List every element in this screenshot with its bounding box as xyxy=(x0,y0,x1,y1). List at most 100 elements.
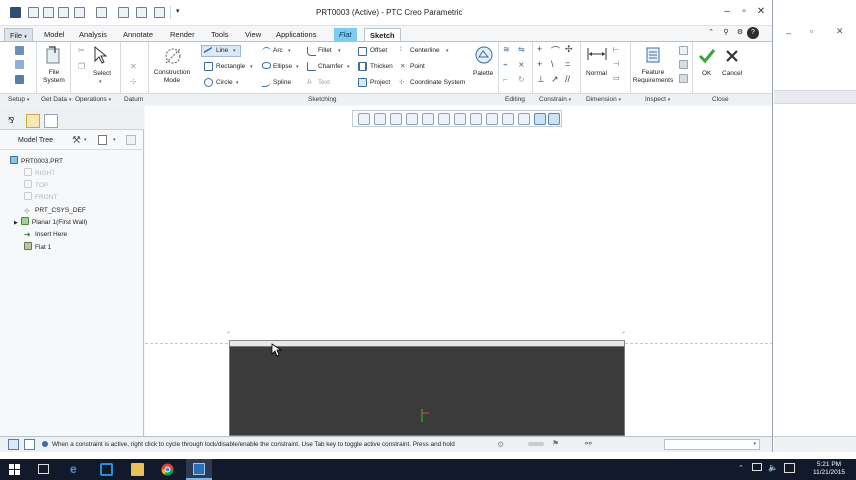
tab-render[interactable]: Render xyxy=(165,28,200,41)
tree-settings-icon[interactable]: ⚒ xyxy=(72,135,81,146)
tab-annotate[interactable]: Annotate xyxy=(118,28,158,41)
tree-columns-icon[interactable] xyxy=(98,135,107,145)
tree-item-planar-wall[interactable]: ▶ Planar 1(First Wall) xyxy=(14,217,87,228)
file-system-label[interactable]: File System xyxy=(40,69,68,85)
find-icon[interactable]: ⚯ xyxy=(585,439,592,448)
expand-arrow-icon[interactable]: ▶ xyxy=(14,220,18,226)
saved-orientations-icon[interactable] xyxy=(438,113,450,125)
sketch-setup-icon[interactable] xyxy=(15,46,24,55)
mirror-icon[interactable]: ⇋ xyxy=(518,45,525,54)
model-tree-title[interactable]: Model Tree xyxy=(18,137,53,144)
task-view-icon[interactable] xyxy=(38,464,49,474)
line-tool[interactable]: Line xyxy=(216,47,228,54)
spline-icon[interactable] xyxy=(262,78,271,87)
cancel-button[interactable]: Cancel xyxy=(722,70,742,77)
project-icon[interactable] xyxy=(358,78,367,87)
tray-keyboard-icon[interactable] xyxy=(784,463,795,473)
minimize-button[interactable]: – xyxy=(720,6,734,18)
circle-icon[interactable] xyxy=(204,78,213,87)
offset-tool[interactable]: Offset xyxy=(370,47,387,54)
ok-check-icon[interactable] xyxy=(698,48,716,64)
model-tree-tab-icon[interactable]: ⅋ xyxy=(8,116,14,125)
ok-button[interactable]: OK xyxy=(702,70,711,77)
zoom-out-icon[interactable] xyxy=(390,113,402,125)
regenerate-icon[interactable] xyxy=(118,7,129,18)
annotation-display-icon[interactable] xyxy=(486,113,498,125)
graphics-window[interactable]: ⌄ ⌄ xyxy=(145,106,772,436)
refit-icon[interactable] xyxy=(358,113,370,125)
smart-select-toggle[interactable] xyxy=(528,442,544,446)
chamfer-tool[interactable]: Chamfer xyxy=(318,63,343,70)
save-icon[interactable] xyxy=(58,7,69,18)
tree-filter-icon[interactable] xyxy=(126,135,136,145)
perimeter-dimension-icon[interactable]: ▭ xyxy=(613,74,620,82)
selection-filter-dropdown[interactable]: ▾ xyxy=(664,439,760,450)
windows-start-icon[interactable] xyxy=(8,463,21,476)
show-browser-icon[interactable] xyxy=(24,439,35,450)
tray-network-icon[interactable] xyxy=(752,463,762,471)
horizontal-constraint-icon[interactable]: + xyxy=(537,59,542,69)
select-dropdown-icon[interactable]: ▾ xyxy=(99,79,102,85)
edge-browser-icon[interactable]: e xyxy=(70,463,83,476)
chamfer-dropdown-icon[interactable]: ▾ xyxy=(347,64,350,70)
group-constrain[interactable]: Constrain ▾ xyxy=(539,96,571,103)
bg-maximize-icon[interactable]: ▫ xyxy=(810,26,813,36)
tab-applications[interactable]: Applications xyxy=(271,28,321,41)
settings-icon[interactable]: ⚙ xyxy=(734,27,746,39)
datum-display-icon[interactable] xyxy=(470,113,482,125)
divide-icon[interactable]: ⌁ xyxy=(503,60,508,69)
palette-icon[interactable] xyxy=(474,45,494,65)
tray-volume-icon[interactable]: 🔈 xyxy=(768,463,778,472)
highlight-open-ends-icon[interactable] xyxy=(679,60,688,69)
windows-icon[interactable] xyxy=(136,7,147,18)
tree-item-part[interactable]: PRT0003.PRT xyxy=(10,156,63,167)
store-icon[interactable] xyxy=(100,463,113,476)
group-setup[interactable]: Setup ▾ xyxy=(8,96,29,103)
fillet-dropdown-icon[interactable]: ▾ xyxy=(338,48,341,54)
equal-constraint-icon[interactable]: = xyxy=(565,59,570,69)
coordinate-system-icon[interactable]: ⊹ xyxy=(399,78,404,86)
overlapping-geometry-icon[interactable] xyxy=(679,46,688,55)
group-inspect[interactable]: Inspect ▾ xyxy=(645,96,670,103)
arc-dropdown-icon[interactable]: ▾ xyxy=(288,48,291,54)
rectangle-tool[interactable]: Rectangle xyxy=(216,63,245,70)
normal-label[interactable]: Normal xyxy=(586,70,607,77)
fillet-tool[interactable]: Fillet xyxy=(318,47,332,54)
shade-closed-loops-icon[interactable] xyxy=(679,74,688,83)
point-icon[interactable]: ✕ xyxy=(400,62,405,70)
sketch-view-toolbar-icon[interactable] xyxy=(518,113,530,125)
tray-chevron-icon[interactable]: ⌃ xyxy=(738,464,744,472)
baseline-dimension-icon[interactable]: ⊣ xyxy=(613,60,619,68)
taskbar-clock[interactable]: 5:21 PM 11/21/2015 xyxy=(806,461,852,477)
search-icon[interactable]: ⚲ xyxy=(720,27,732,39)
parallel-constraint-icon[interactable]: // xyxy=(565,74,570,84)
rectangle-icon[interactable] xyxy=(204,62,213,71)
construction-mode-icon[interactable] xyxy=(163,46,183,66)
tree-item-right-plane[interactable]: RIGHT xyxy=(24,168,55,179)
group-get-data[interactable]: Get Data ▾ xyxy=(41,96,71,103)
ellipse-dropdown-icon[interactable]: ▾ xyxy=(296,64,299,70)
feature-requirements-label[interactable]: Feature Requirements xyxy=(630,69,676,85)
normal-dimension-icon[interactable] xyxy=(586,47,608,61)
modify-icon[interactable]: ≋ xyxy=(503,45,510,54)
delete-segment-icon[interactable]: ⨯ xyxy=(518,60,525,69)
ellipse-icon[interactable] xyxy=(262,62,271,69)
taskbar-creo-active[interactable] xyxy=(186,459,212,480)
tab-analysis[interactable]: Analysis xyxy=(74,28,112,41)
vertical-constraint-icon[interactable]: + xyxy=(537,44,542,54)
circle-dropdown-icon[interactable]: ▾ xyxy=(236,80,239,86)
close-button[interactable]: ✕ xyxy=(754,6,768,18)
tree-settings-dropdown-icon[interactable]: ▾ xyxy=(84,137,87,143)
tree-item-insert-here[interactable]: ➜ Insert Here xyxy=(24,229,67,240)
offset-icon[interactable] xyxy=(358,47,367,56)
spline-tool[interactable]: Spline xyxy=(273,79,291,86)
thicken-icon[interactable] xyxy=(358,62,367,71)
line-dropdown-icon[interactable]: ▾ xyxy=(233,48,236,54)
references-icon[interactable] xyxy=(15,60,24,69)
close-window-icon[interactable] xyxy=(154,7,165,18)
chrome-icon[interactable] xyxy=(161,463,174,476)
spin-center-icon[interactable] xyxy=(502,113,514,125)
display-style-icon[interactable] xyxy=(422,113,434,125)
centerline-tool[interactable]: Centerline xyxy=(410,47,440,54)
tab-tools[interactable]: Tools xyxy=(206,28,234,41)
